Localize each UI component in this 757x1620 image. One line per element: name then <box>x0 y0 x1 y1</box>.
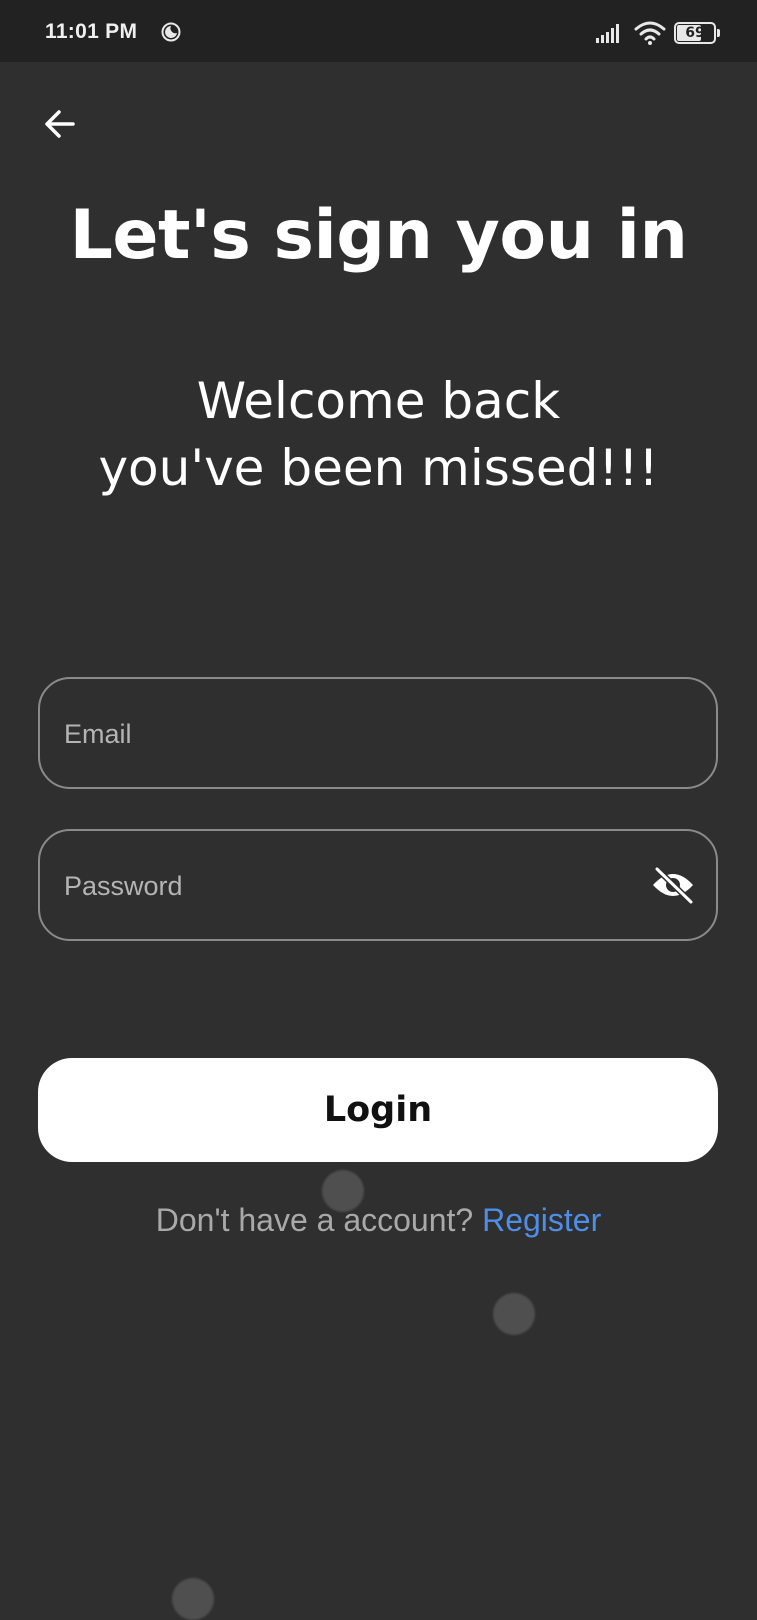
password-field[interactable] <box>62 831 626 941</box>
signal-icon <box>596 24 619 43</box>
password-visibility-toggle[interactable] <box>650 863 696 907</box>
arrow-left-icon <box>45 110 75 138</box>
wifi-icon <box>634 21 666 45</box>
moon-icon <box>161 22 181 42</box>
page-title: Let's sign you in <box>69 196 688 275</box>
login-button[interactable]: Login <box>38 1058 718 1162</box>
battery-level: 69 <box>685 25 705 41</box>
eye-off-icon <box>653 866 694 905</box>
register-prompt-text: Don't have a account? <box>155 1202 483 1238</box>
register-link[interactable]: Register <box>482 1202 601 1238</box>
password-field-container <box>38 829 718 941</box>
touch-indicator <box>172 1578 214 1620</box>
subtitle-line-2: you've been missed!!! <box>98 439 659 497</box>
battery-tip <box>717 29 720 37</box>
battery-icon: 69 <box>674 22 720 44</box>
register-prompt: Don't have a account? Register <box>0 1202 757 1239</box>
back-button[interactable] <box>36 100 84 148</box>
status-time: 11:01 PM <box>45 20 138 43</box>
touch-indicator <box>322 1170 364 1212</box>
email-field-container <box>38 677 718 789</box>
subtitle-line-1: Welcome back <box>196 372 561 430</box>
email-field[interactable] <box>62 679 626 789</box>
touch-indicator <box>493 1293 535 1335</box>
welcome-subtitle: Welcome back you've been missed!!! <box>0 368 757 502</box>
status-bar: 11:01 PM 69 <box>0 0 757 62</box>
